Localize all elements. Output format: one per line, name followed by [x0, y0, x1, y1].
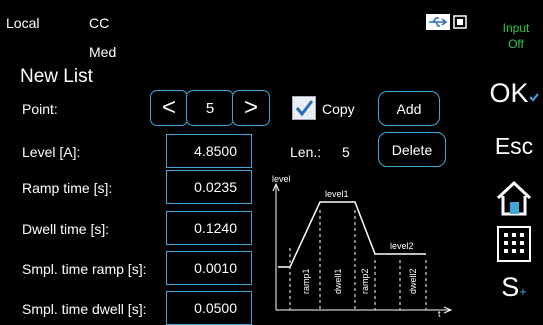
add-button[interactable]: Add — [378, 91, 440, 126]
point-label: Point: — [22, 101, 58, 117]
checkmark-icon — [295, 100, 314, 117]
level1-label: level1 — [325, 189, 349, 199]
profile-line — [278, 201, 426, 268]
dwell1-label: dwell1 — [333, 268, 343, 294]
plus-icon: + — [519, 284, 527, 299]
row-label-smpl-dwell: Smpl. time dwell [s]: — [22, 301, 147, 317]
copy-checkbox[interactable] — [292, 96, 316, 120]
esc-softkey[interactable]: Esc — [485, 133, 543, 160]
status-bar — [0, 0, 485, 62]
dwell2-label: dwell2 — [408, 268, 418, 294]
usb-icon — [426, 14, 467, 30]
point-value-field[interactable]: 5 — [186, 90, 234, 126]
row-label-level: Level [A]: — [22, 144, 81, 160]
level2-label: level2 — [390, 241, 414, 251]
ramp-time-field[interactable]: 0.0235 — [166, 170, 252, 204]
length-value: 5 — [342, 144, 350, 160]
next-point-button[interactable]: > — [232, 90, 270, 126]
sample-time-dwell-field[interactable]: 0.0500 — [166, 291, 252, 325]
checkmark-icon — [528, 93, 539, 102]
input-label: Input — [502, 21, 530, 35]
chevron-left-icon: < — [161, 94, 176, 121]
ramp1-label: ramp1 — [301, 268, 311, 294]
copy-label: Copy — [322, 101, 355, 117]
panel-title: New List — [20, 66, 93, 87]
previous-point-button[interactable]: < — [150, 90, 188, 126]
home-softkey[interactable] — [485, 180, 543, 220]
level-field[interactable]: 4.8500 — [166, 134, 252, 168]
s-label: S — [501, 272, 520, 302]
keypad-icon — [497, 226, 531, 262]
ok-label: OK — [489, 78, 529, 108]
y-axis-label: level — [272, 174, 291, 184]
dwell-time-field[interactable]: 0.1240 — [166, 211, 252, 245]
row-label-ramp-time: Ramp time [s]: — [22, 180, 113, 196]
status-mode-cc: CC — [89, 15, 110, 31]
ramp2-label: ramp2 — [360, 268, 370, 294]
input-state: Off — [508, 37, 524, 51]
sample-time-ramp-field[interactable]: 0.0010 — [166, 251, 252, 285]
ok-softkey[interactable]: OK — [485, 78, 543, 109]
chevron-right-icon: > — [243, 94, 258, 121]
home-icon — [496, 180, 532, 216]
row-label-dwell-time: Dwell time [s]: — [22, 221, 110, 237]
status-local: Local — [6, 15, 40, 31]
point-value: 5 — [205, 99, 215, 117]
row-label-smpl-ramp: Smpl. time ramp [s]: — [22, 261, 147, 277]
keypad-softkey[interactable] — [485, 225, 543, 267]
s-plus-softkey[interactable]: S+ — [485, 272, 543, 303]
segment-dividers — [289, 210, 427, 310]
output-state-indicator: Input Off — [491, 20, 541, 52]
length-label: Len.: — [290, 144, 322, 160]
status-range-med: Med — [89, 44, 117, 60]
delete-button[interactable]: Delete — [378, 132, 446, 167]
list-profile-diagram: level t level1 level2 ramp1 dwell1 ramp2… — [272, 174, 453, 318]
